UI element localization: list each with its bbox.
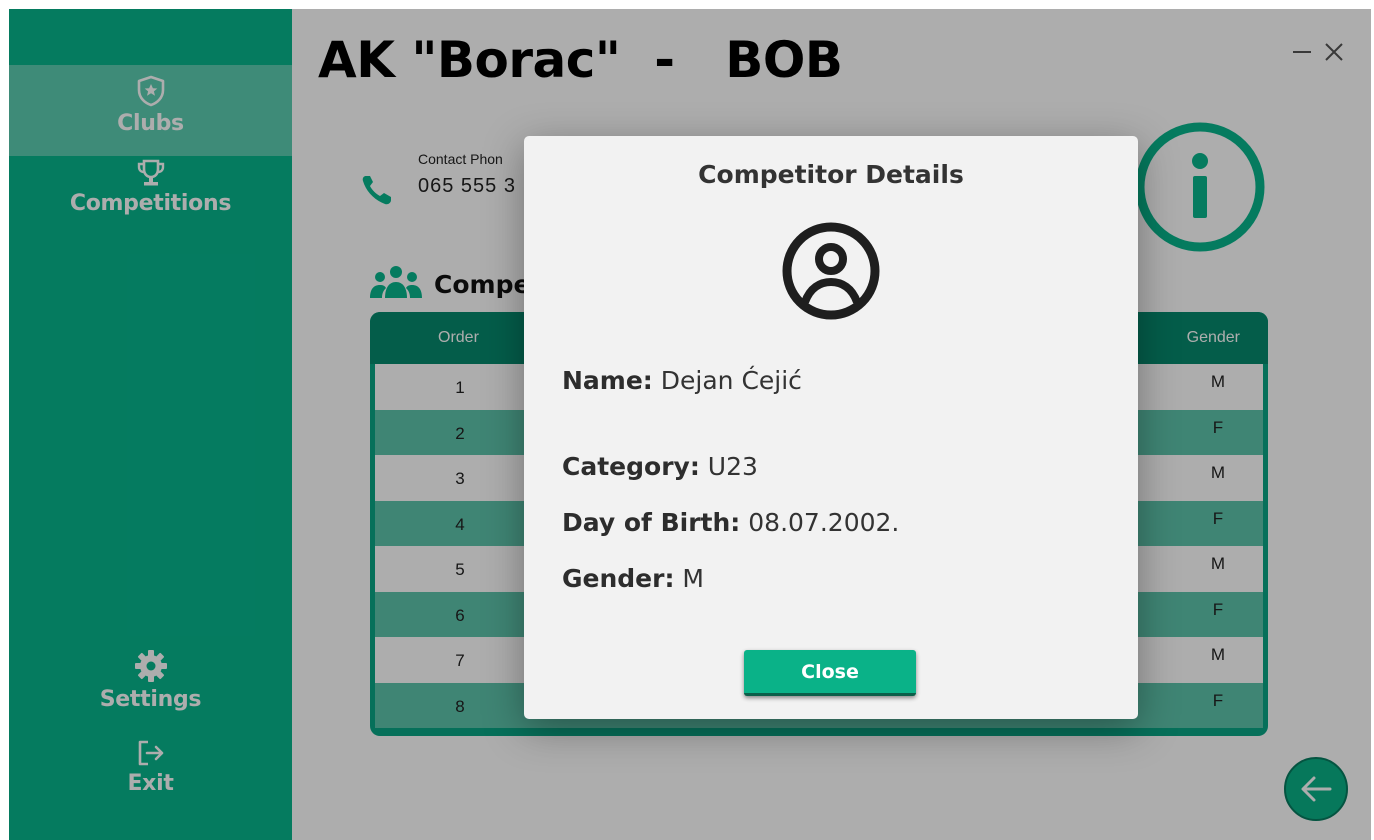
competitor-details-dialog: Competitor Details Name: Dejan Ćejić Cat…	[524, 136, 1138, 719]
field-name-label: Name:	[562, 366, 653, 395]
field-gender-label: Gender:	[562, 564, 675, 593]
field-category: Category: U23	[562, 452, 758, 481]
field-category-label: Category:	[562, 452, 700, 481]
close-button[interactable]: Close	[744, 650, 916, 696]
field-dob-value: 08.07.2002.	[748, 508, 900, 537]
dialog-title: Competitor Details	[698, 160, 964, 189]
field-category-value: U23	[707, 452, 758, 481]
field-gender: Gender: M	[562, 564, 704, 593]
user-avatar-icon	[782, 222, 880, 325]
field-day-of-birth: Day of Birth: 08.07.2002.	[562, 508, 899, 537]
field-gender-value: M	[682, 564, 704, 593]
field-dob-label: Day of Birth:	[562, 508, 741, 537]
field-name-value: Dejan Ćejić	[660, 366, 802, 395]
field-name: Name: Dejan Ćejić	[562, 366, 802, 395]
